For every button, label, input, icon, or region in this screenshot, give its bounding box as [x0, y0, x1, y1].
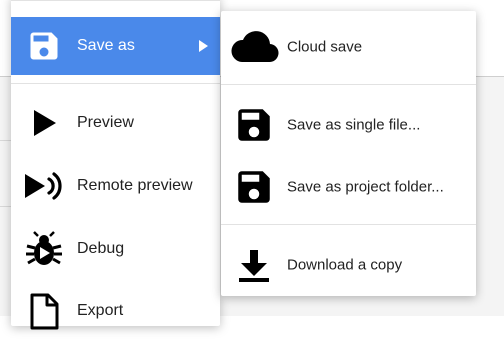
- submenu-divider: [221, 224, 476, 225]
- menu-item-remote-preview[interactable]: Remote preview: [11, 157, 220, 215]
- menu-divider: [11, 83, 220, 84]
- menu-item-label: Debug: [77, 240, 125, 257]
- menu-item-label: Save as: [77, 37, 135, 54]
- bug-icon: [23, 228, 65, 270]
- submenu-item-label: Save as project folder...: [287, 178, 444, 196]
- menu-item-label: Remote preview: [77, 177, 193, 194]
- submenu-item-cloud-save[interactable]: Cloud save: [221, 19, 476, 75]
- play-icon: [23, 102, 65, 144]
- save-as-submenu: Cloud save Save as single file... Save a…: [221, 11, 476, 296]
- submenu-item-label: Download a copy: [287, 256, 403, 274]
- menu-item-save-as[interactable]: Save as: [11, 17, 220, 75]
- download-icon: [229, 243, 279, 287]
- remote-play-icon: [23, 165, 65, 207]
- document-icon: [23, 290, 65, 332]
- main-menu: Save as Preview Remote preview Debug Exp…: [11, 0, 220, 330]
- menu-item-label: Preview: [77, 114, 134, 131]
- submenu-arrow-icon: [196, 39, 210, 53]
- menu-item-debug[interactable]: Debug: [11, 220, 220, 278]
- submenu-divider: [221, 84, 476, 85]
- floppy-disk-icon: [229, 103, 279, 147]
- submenu-item-label: Cloud save: [287, 38, 363, 56]
- submenu-item-save-project-folder[interactable]: Save as project folder...: [221, 159, 476, 215]
- menu-divider: [11, 0, 220, 1]
- floppy-disk-icon: [23, 25, 65, 67]
- floppy-disk-icon: [229, 165, 279, 209]
- menu-item-export[interactable]: Export: [11, 282, 220, 340]
- submenu-item-download-copy[interactable]: Download a copy: [221, 237, 476, 293]
- menu-item-label: Export: [77, 302, 124, 319]
- cloud-icon: [229, 25, 279, 69]
- menu-item-preview[interactable]: Preview: [11, 94, 220, 152]
- submenu-item-label: Save as single file...: [287, 116, 421, 134]
- submenu-item-save-single-file[interactable]: Save as single file...: [221, 97, 476, 153]
